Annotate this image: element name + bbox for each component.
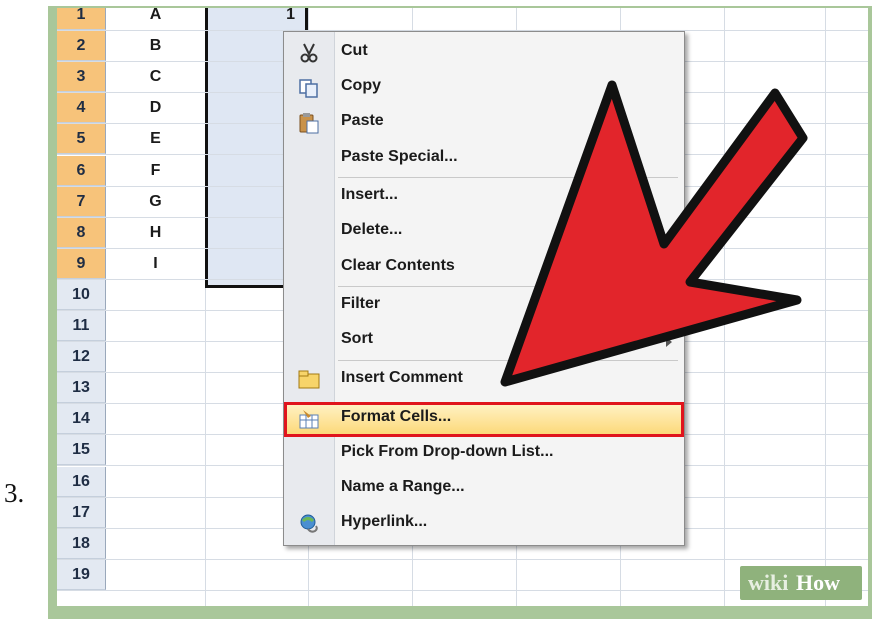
red-pointer-arrow: [500, 80, 808, 387]
